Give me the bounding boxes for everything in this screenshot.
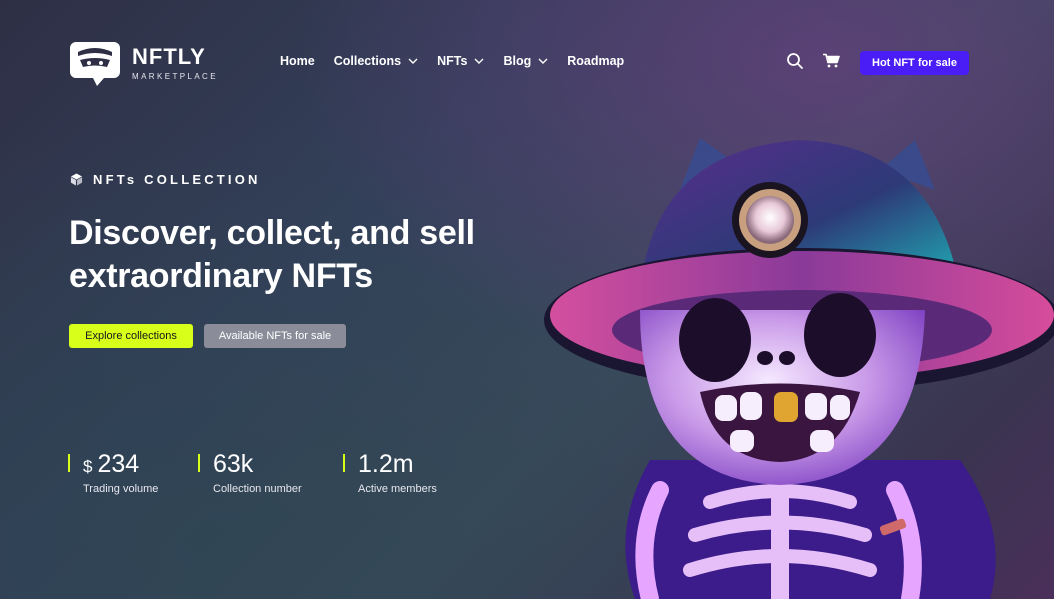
nav-item-label: Blog [503, 54, 532, 68]
stat-value: 1.2m [358, 450, 414, 479]
stat-value: $234 [83, 450, 139, 479]
nav-item-label: Collections [333, 54, 402, 68]
search-icon[interactable] [786, 52, 804, 70]
hero-headline: Discover, collect, and sell extraordinar… [69, 212, 539, 298]
nav-item-blog[interactable]: Blog [503, 54, 548, 68]
chevron-down-icon [408, 58, 418, 64]
nav-item-label: Home [280, 54, 315, 68]
stat-number: 1.2m [358, 450, 414, 478]
nav-item-label: NFTs [437, 54, 468, 68]
eyebrow-text: NFTs COLLECTION [93, 172, 261, 187]
site-header: NFTLY MARKETPLACE Home Collections NFTs … [0, 0, 1054, 125]
cube-icon [70, 173, 83, 186]
brand-logo[interactable]: NFTLY MARKETPLACE [68, 36, 218, 90]
headline-line-1: Discover, collect, and sell [69, 214, 475, 252]
stat-label: Trading volume [83, 483, 159, 495]
stat-number: 234 [97, 450, 140, 478]
nav-item-nfts[interactable]: NFTs [437, 54, 484, 68]
stat-accent-bar [198, 454, 200, 472]
nav-item-collections[interactable]: Collections [334, 54, 418, 68]
main-nav: Home Collections NFTs Blog Roadmap [280, 54, 643, 68]
available-nfts-button[interactable]: Available NFTs for sale [204, 324, 346, 348]
hero-eyebrow: NFTs COLLECTION [70, 172, 261, 187]
nav-item-roadmap[interactable]: Roadmap [567, 54, 624, 68]
stat-accent-bar [343, 454, 345, 472]
brand-tagline: MARKETPLACE [132, 71, 218, 81]
ninja-logo-icon [70, 42, 120, 86]
stat-currency: $ [83, 457, 93, 476]
hot-nft-button[interactable]: Hot NFT for sale [860, 51, 969, 75]
stat-accent-bar [68, 454, 70, 472]
chevron-down-icon [538, 58, 548, 64]
brand-name: NFTLY [132, 43, 206, 69]
nav-item-label: Roadmap [567, 54, 625, 68]
stat-label: Active members [358, 483, 437, 495]
nav-item-home[interactable]: Home [280, 54, 315, 68]
stat-value: 63k [213, 450, 253, 479]
stat-number: 63k [213, 450, 254, 478]
headline-line-2: extraordinary NFTs [69, 257, 373, 295]
cart-icon[interactable] [822, 53, 840, 69]
skeleton-nft-illustration [544, 138, 1054, 599]
explore-collections-button[interactable]: Explore collections [69, 324, 193, 348]
stat-label: Collection number [213, 483, 302, 495]
chevron-down-icon [474, 58, 484, 64]
